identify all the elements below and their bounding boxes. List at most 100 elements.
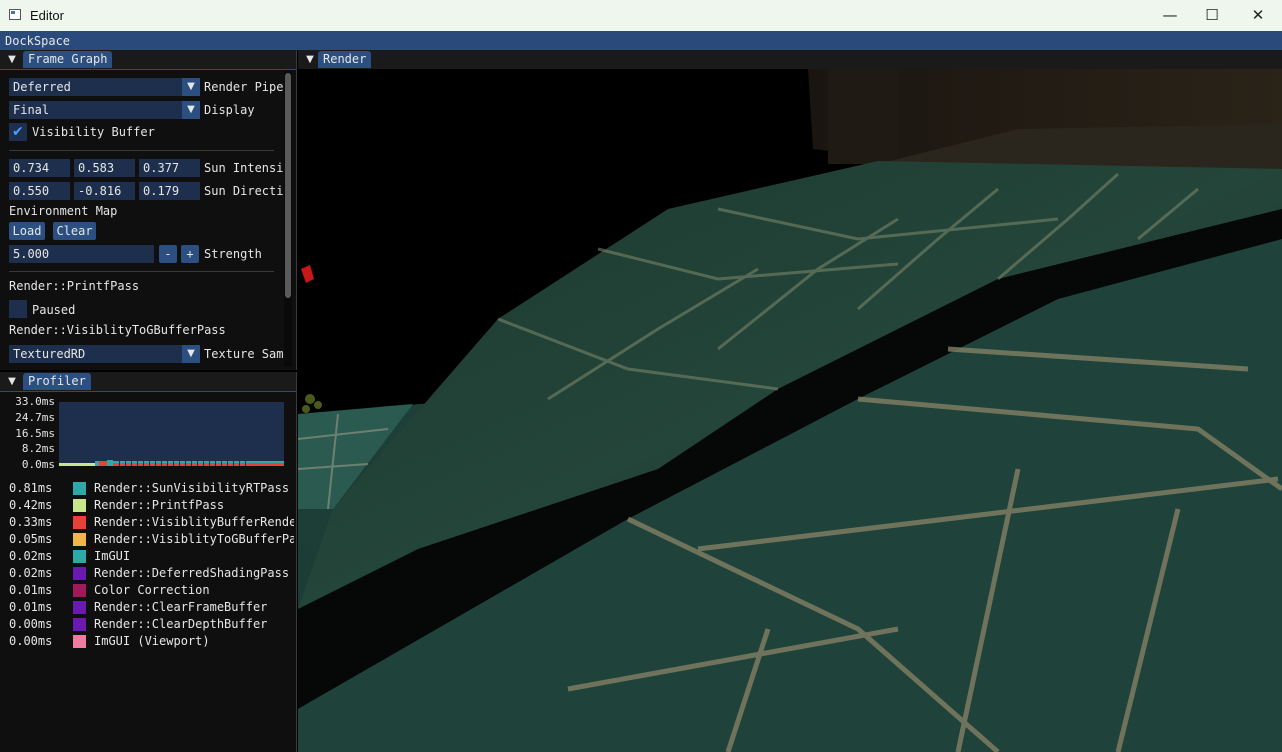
profiler-color-swatch <box>73 499 86 512</box>
profiler-color-swatch <box>73 635 86 648</box>
y-tick-label: 33.0ms <box>15 395 55 408</box>
profiler-row: 0.00ms Render::ClearDepthBuffer <box>9 616 294 633</box>
scrollbar-thumb[interactable] <box>285 73 291 298</box>
paused-checkbox[interactable] <box>9 300 27 318</box>
visibility-buffer-label: Visibility Buffer <box>32 125 155 139</box>
clear-button[interactable]: Clear <box>53 222 96 240</box>
profiler-color-swatch <box>73 618 86 631</box>
profiler-row: 0.01ms Color Correction <box>9 582 294 599</box>
texture-sampler-combo[interactable]: TexturedRD ▼ <box>9 345 200 363</box>
paused-label: Paused <box>32 303 76 317</box>
chevron-down-icon[interactable]: ▼ <box>182 78 200 96</box>
minimize-icon[interactable]: — <box>1147 0 1193 31</box>
frame-graph-panel: ▼ Frame Graph Deferred ▼ Render Pipe Fin… <box>0 50 297 370</box>
profiler-time: 0.01ms <box>9 583 53 597</box>
sun-direction-x-field[interactable]: 0.550 <box>9 182 70 200</box>
increment-button[interactable]: + <box>181 245 199 263</box>
profiler-graph-bars <box>59 460 284 466</box>
profiler-time: 0.33ms <box>9 515 53 529</box>
chevron-down-icon[interactable]: ▼ <box>182 345 200 363</box>
profiler-tabstrip: ▼ Profiler <box>0 372 296 392</box>
profiler-row: 0.42ms Render::PrintfPass <box>9 497 294 514</box>
frame-graph-tabstrip: ▼ Frame Graph <box>0 50 296 70</box>
profiler-color-swatch <box>73 533 86 546</box>
environment-map-label: Environment Map <box>9 204 118 218</box>
y-tick-label: 24.7ms <box>15 411 55 424</box>
profiler-time: 0.81ms <box>9 481 53 495</box>
profiler-color-swatch <box>73 601 86 614</box>
profiler-color-swatch <box>73 567 86 580</box>
separator <box>9 150 274 151</box>
tab-frame-graph[interactable]: Frame Graph <box>23 51 113 68</box>
sun-intensity-b-field[interactable]: 0.377 <box>139 159 200 177</box>
sun-intensity-r-field[interactable]: 0.734 <box>9 159 70 177</box>
sun-direction-label: Sun Directi <box>204 184 284 198</box>
window-titlebar[interactable]: Editor — ☐ ✕ <box>0 0 1282 31</box>
sun-direction-z-field[interactable]: 0.179 <box>139 182 200 200</box>
texture-sampler-label: Texture Sam <box>204 347 284 361</box>
profiler-time: 0.05ms <box>9 532 53 546</box>
profiler-row: 0.05ms Render::VisiblityToGBufferPa <box>9 531 294 548</box>
dockspace-bar: DockSpace <box>0 31 1282 50</box>
window-title: Editor <box>30 8 64 23</box>
profiler-pass-name: Render::VisiblityBufferRende <box>94 515 294 529</box>
display-label: Display <box>204 103 255 117</box>
strength-field[interactable]: 5.000 <box>9 245 154 263</box>
vis-to-gbuffer-header: Render::VisiblityToGBufferPass <box>9 323 226 337</box>
profiler-panel: ▼ Profiler 33.0ms 24.7ms 16.5ms 8.2ms 0.… <box>0 372 297 752</box>
y-tick-label: 8.2ms <box>21 442 55 455</box>
dockspace-label: DockSpace <box>5 34 71 48</box>
load-button[interactable]: Load <box>9 222 45 240</box>
collapse-arrow-icon[interactable]: ▼ <box>302 52 318 67</box>
frame-graph-scrollbar[interactable] <box>284 71 292 367</box>
decrement-button[interactable]: - <box>159 245 177 263</box>
checkmark-icon: ✔ <box>12 124 24 140</box>
profiler-pass-name: Render::SunVisibilityRTPass <box>94 481 290 495</box>
render-pipeline-label: Render Pipe <box>204 80 284 94</box>
profiler-graph <box>59 402 284 466</box>
sun-intensity-g-field[interactable]: 0.583 <box>74 159 135 177</box>
profiler-time: 0.00ms <box>9 617 53 631</box>
profiler-time: 0.00ms <box>9 634 53 648</box>
profiler-color-swatch <box>73 550 86 563</box>
render-pipeline-combo[interactable]: Deferred ▼ <box>9 78 200 96</box>
profiler-pass-name: Color Correction <box>94 583 210 597</box>
profiler-row: 0.00ms ImGUI (Viewport) <box>9 633 294 650</box>
render-pipeline-value: Deferred <box>13 80 71 94</box>
tab-render[interactable]: Render <box>318 51 372 68</box>
printf-pass-header: Render::PrintfPass <box>9 279 140 293</box>
profiler-pass-name: Render::VisiblityToGBufferPa <box>94 532 294 546</box>
profiler-time: 0.02ms <box>9 549 53 563</box>
profiler-pass-name: Render::PrintfPass <box>94 498 225 512</box>
maximize-icon[interactable]: ☐ <box>1189 0 1235 31</box>
profiler-time: 0.02ms <box>9 566 53 580</box>
sun-direction-y-field[interactable]: -0.816 <box>74 182 135 200</box>
close-icon[interactable]: ✕ <box>1235 0 1281 31</box>
profiler-row: 0.02ms ImGUI <box>9 548 294 565</box>
profiler-pass-name: ImGUI (Viewport) <box>94 634 210 648</box>
chevron-down-icon[interactable]: ▼ <box>182 101 200 119</box>
profiler-row: 0.33ms Render::VisiblityBufferRende <box>9 514 294 531</box>
collapse-arrow-icon[interactable]: ▼ <box>4 374 20 389</box>
sun-intensity-label: Sun Intensi <box>204 161 284 175</box>
profiler-row: 0.01ms Render::ClearFrameBuffer <box>9 599 294 616</box>
profiler-color-swatch <box>73 584 86 597</box>
profiler-pass-name: Render::ClearDepthBuffer <box>94 617 268 631</box>
profiler-pass-name: ImGUI <box>94 549 131 563</box>
strength-label: Strength <box>204 247 262 261</box>
profiler-row: 0.81ms Render::SunVisibilityRTPass <box>9 480 294 497</box>
profiler-row: 0.02ms Render::DeferredShadingPass <box>9 565 294 582</box>
visibility-buffer-checkbox[interactable]: ✔ <box>9 123 27 141</box>
tab-profiler[interactable]: Profiler <box>23 373 91 390</box>
separator <box>9 271 274 272</box>
app-icon <box>9 9 21 20</box>
display-combo[interactable]: Final ▼ <box>9 101 200 119</box>
profiler-pass-name: Render::ClearFrameBuffer <box>94 600 268 614</box>
y-tick-label: 0.0ms <box>21 458 55 471</box>
display-value: Final <box>13 103 50 117</box>
render-tabstrip: ▼ Render <box>298 50 1282 70</box>
collapse-arrow-icon[interactable]: ▼ <box>4 52 20 67</box>
profiler-color-swatch <box>73 482 86 495</box>
render-viewport[interactable] <box>298 69 1282 752</box>
profiler-color-swatch <box>73 516 86 529</box>
